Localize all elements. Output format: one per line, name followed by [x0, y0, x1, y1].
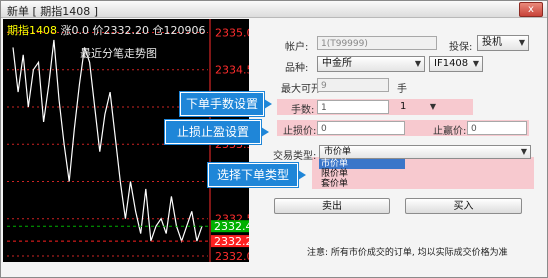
chart-symbol: 期指1408 [7, 24, 57, 37]
chevron-down-icon: ▼ [472, 59, 479, 68]
trade-type-select[interactable]: 市价单 ▼ [319, 145, 531, 159]
stop-loss-input[interactable]: 0 [317, 121, 405, 135]
exchange-select[interactable]: 中金所 ▼ [317, 56, 425, 72]
max-open-unit: 手 [397, 84, 407, 95]
qty-label: 手数: [291, 105, 315, 116]
trade-type-option-market[interactable]: 市价单 [319, 159, 405, 169]
sell-button[interactable]: 卖出 [274, 198, 390, 214]
new-order-window: 新单 [ 期指1408 ] x 2335.02334.52334.02333.5… [0, 0, 548, 278]
buy-button[interactable]: 买入 [405, 198, 522, 214]
trade-type-value: 市价单 [324, 147, 352, 157]
chart-y-tick-label: 2335.0 [215, 26, 249, 39]
variety-label: 品种: [285, 63, 309, 74]
type-callout: 选择下单类型 [208, 163, 306, 187]
chart-y-tick-label: 2334.5 [215, 64, 249, 77]
chevron-down-icon: ▼ [520, 147, 527, 156]
invest-value: 投机 [482, 37, 502, 48]
stop-callout-text: 止损止盈设置 [176, 125, 249, 139]
take-profit-input[interactable]: 0 [467, 121, 527, 135]
stop-loss-label: 止损价: [283, 126, 317, 137]
chart-last-price-label: 2332.4 [214, 220, 249, 233]
qty-callout: 下单手数设置 [180, 92, 272, 116]
take-profit-label: 止赢价: [433, 126, 467, 137]
stop-callout: 止损止盈设置 [165, 120, 269, 144]
qty-callout-text: 下单手数设置 [185, 97, 258, 111]
chart-info-bar: 期指1408 涨0.0 价2332.20 仓120906 [7, 22, 205, 38]
chevron-down-icon: ▼ [414, 59, 421, 68]
trade-type-label: 交易类型: [273, 151, 317, 162]
chevron-down-icon: ▼ [429, 102, 436, 111]
invest-label: 投保: [449, 42, 473, 53]
qty-callout-pointer [264, 99, 272, 109]
max-open-field: 9 [317, 78, 389, 92]
account-field[interactable]: 1(T99999) [317, 36, 437, 50]
title-bar: 新单 [ 期指1408 ] x [1, 1, 547, 18]
type-callout-text: 选择下单类型 [216, 168, 289, 182]
window-title: 新单 [ 期指1408 ] [7, 5, 99, 18]
chart-y-tick-label: 2332.0 [215, 250, 249, 262]
stop-callout-pointer [261, 127, 269, 137]
exchange-value: 中金所 [322, 58, 352, 69]
chart-title: 最近分笔走势图 [80, 47, 157, 60]
order-form: 帐户: 1(T99999) 投保: 投机 ▼ 品种: 中金所 ▼ IF1408 … [251, 19, 547, 277]
trade-type-option-limit[interactable]: 限价单 [319, 169, 405, 179]
max-open-label: 最大可开 [281, 84, 321, 95]
qty-input[interactable]: 1 [317, 100, 389, 114]
contract-select[interactable]: IF1408 ▼ [429, 56, 483, 72]
account-label: 帐户: [285, 42, 309, 53]
chart-ref-price-label: 2332.2 [214, 235, 249, 248]
contract-value: IF1408 [434, 58, 469, 69]
chevron-down-icon: ▼ [518, 38, 525, 47]
invest-select[interactable]: 投机 ▼ [477, 35, 529, 51]
trade-type-option-arbitrage[interactable]: 套价单 [319, 179, 405, 189]
qty-step-value: 1 [400, 101, 407, 112]
close-button[interactable]: x [519, 2, 543, 17]
order-note: 注意: 所有市价成交的订单, 均以实际成交价格为准 [307, 248, 508, 258]
qty-step-select[interactable]: 1 ▼ [395, 99, 445, 115]
type-callout-pointer [298, 170, 306, 180]
chart-quote: 涨0.0 价2332.20 仓120906 [60, 24, 206, 37]
